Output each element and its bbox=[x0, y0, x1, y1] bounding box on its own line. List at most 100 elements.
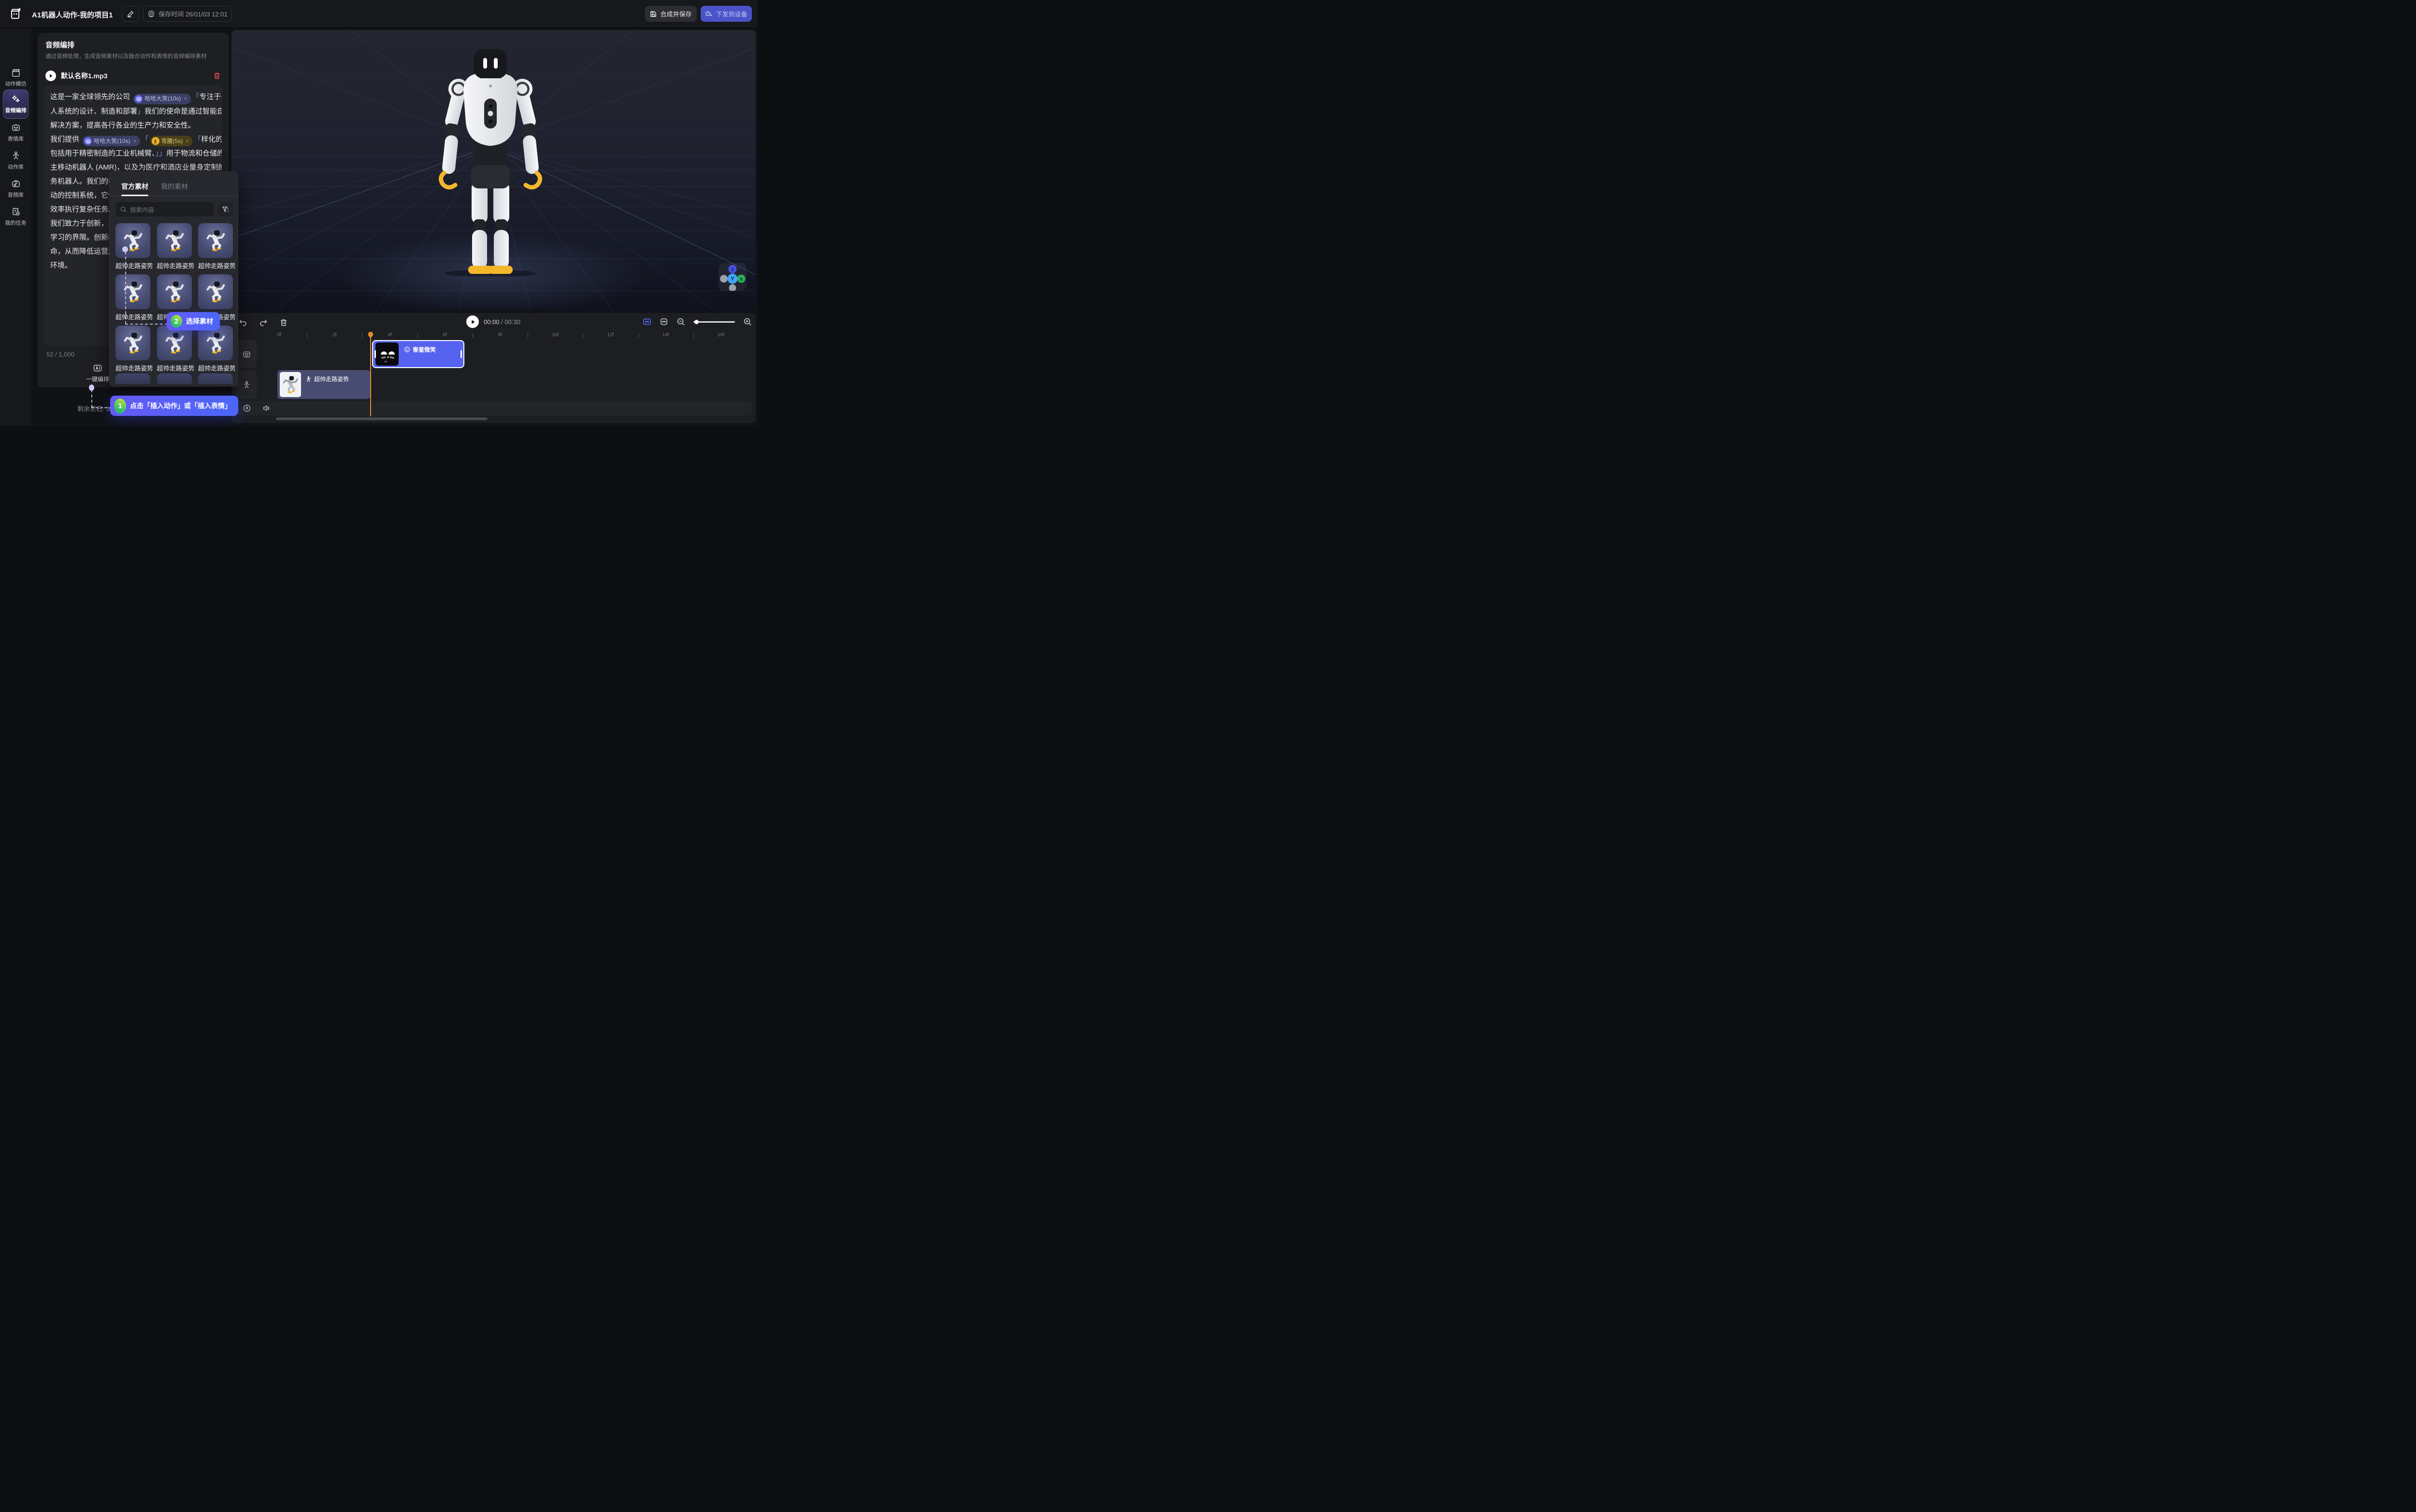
audio-file-name: 默认名称1.mp3 bbox=[61, 71, 107, 81]
robot-face-icon bbox=[84, 137, 92, 145]
delete-audio-button[interactable] bbox=[213, 72, 221, 80]
tab-official-materials[interactable]: 官方素材 bbox=[121, 182, 148, 191]
guide-step-1: 1 点击「插入动作」或「插入表情」 bbox=[110, 396, 238, 416]
saved-robot-icon bbox=[147, 10, 155, 18]
volume-icon[interactable] bbox=[262, 404, 270, 412]
person-icon bbox=[11, 151, 21, 160]
save-time-pill: 保存时间 26/01/03 12:01 bbox=[143, 6, 232, 22]
bend-tag[interactable]: 弯腰(5s)× bbox=[150, 136, 193, 146]
playhead-line bbox=[370, 332, 371, 416]
synthesize-save-button[interactable]: 合成并保存 bbox=[645, 6, 697, 22]
zoom-out-icon[interactable] bbox=[676, 317, 685, 326]
audio-disc-icon[interactable] bbox=[243, 404, 251, 412]
guide-dot-2 bbox=[122, 246, 128, 252]
search-icon bbox=[120, 206, 127, 213]
material-item[interactable]: 超帅走路姿势 bbox=[198, 326, 233, 372]
sidebar-item-label: 表情库 bbox=[8, 135, 24, 143]
material-item[interactable]: 超帅走路姿势 bbox=[115, 326, 150, 372]
material-item[interactable]: 超帅走路姿势 bbox=[198, 223, 233, 270]
deploy-device-button[interactable]: 下发到设备 bbox=[701, 6, 752, 22]
expression-track-header[interactable] bbox=[236, 340, 257, 368]
tab-my-materials[interactable]: 我的素材 bbox=[161, 182, 188, 191]
sidebar-item-4[interactable]: 动作库 bbox=[0, 151, 31, 171]
material-item[interactable]: 超帅走路姿势 bbox=[157, 326, 192, 372]
trim-handle-left[interactable] bbox=[374, 350, 376, 358]
axis-z-label: Z bbox=[731, 267, 734, 272]
one-click-arrange-button[interactable]: 一键编排 bbox=[86, 363, 109, 383]
audio-file-row: 默认名称1.mp3 bbox=[45, 70, 221, 82]
timeline-zoom-slider[interactable] bbox=[693, 318, 735, 325]
person-icon bbox=[152, 137, 159, 145]
rename-button[interactable] bbox=[122, 6, 139, 22]
sidebar-item-label: 音频编排 bbox=[5, 106, 27, 114]
material-thumbnail[interactable] bbox=[115, 326, 150, 360]
zoom-in-icon[interactable] bbox=[743, 317, 752, 326]
active-tab-underline bbox=[121, 195, 148, 196]
sidebar-item-6[interactable]: 我的任务 bbox=[0, 207, 31, 227]
material-caption: 超帅走路姿势 bbox=[157, 363, 194, 372]
ruler-label: 6f bbox=[443, 332, 447, 338]
play-audio-button[interactable] bbox=[45, 71, 56, 81]
material-item[interactable]: 超帅走路姿势 bbox=[115, 274, 150, 321]
search-input[interactable]: 搜索内容 bbox=[115, 202, 214, 216]
expression-clip-label: 害羞微笑 bbox=[413, 345, 436, 354]
material-thumbnail[interactable] bbox=[198, 223, 233, 258]
robot-face-icon bbox=[11, 123, 21, 132]
pencil-icon bbox=[127, 11, 134, 17]
material-thumbnail[interactable] bbox=[198, 326, 233, 360]
tag-close-icon[interactable]: × bbox=[133, 134, 137, 148]
slider-handle[interactable] bbox=[694, 320, 699, 324]
sidebar-item-3[interactable]: 表情库 bbox=[0, 123, 31, 143]
play-button[interactable] bbox=[466, 315, 479, 328]
expression-clip[interactable]: 害羞微笑 bbox=[372, 340, 464, 368]
laugh-tag[interactable]: 哈哈大笑(10s)× bbox=[83, 136, 140, 146]
axis-y-label: Y bbox=[731, 276, 734, 282]
fit-view-button[interactable] bbox=[660, 317, 668, 326]
save-file-icon bbox=[650, 11, 657, 17]
filter-button[interactable] bbox=[218, 202, 233, 216]
timeline-scrollbar[interactable] bbox=[276, 417, 488, 420]
music-box-icon bbox=[11, 179, 21, 188]
undo-button[interactable] bbox=[239, 318, 247, 327]
ruler-label: 14f bbox=[662, 332, 669, 338]
timeline-ruler[interactable]: 0f2f4f6f8f10f12f14f16f bbox=[252, 332, 752, 339]
sidebar-item-1[interactable]: 动作模仿 bbox=[0, 68, 31, 87]
guide-step-2: 2 选择素材 bbox=[167, 312, 220, 330]
tag-close-icon[interactable]: × bbox=[184, 92, 187, 106]
action-track-header[interactable] bbox=[236, 370, 257, 399]
sidebar-item-2[interactable]: 音频编排 bbox=[3, 89, 29, 119]
material-item[interactable]: 超帅走路姿势 bbox=[157, 223, 192, 270]
material-caption: 超帅走路姿势 bbox=[198, 363, 235, 372]
material-thumbnail[interactable] bbox=[115, 223, 150, 258]
axis-x-label: X bbox=[740, 277, 743, 282]
sidebar-nav: 动作模仿音频编排表情库动作库音频库我的任务 bbox=[0, 28, 31, 426]
editor-line: 我们提供 哈哈大笑(10s)×「弯腰(5s)×「样化的产品组合， bbox=[50, 132, 216, 147]
sidebar-item-5[interactable]: 音频库 bbox=[0, 179, 31, 199]
material-picker-popup: 官方素材 我的素材 搜索内容 超帅走路姿势...超帅走路姿势超帅走路姿势超帅走路… bbox=[109, 171, 238, 386]
axis-gizmo[interactable]: Z Y X bbox=[719, 263, 747, 291]
app-window: A1机器人动作-我的项目1 保存时间 26/01/03 12:01 合成并保存 … bbox=[0, 0, 758, 426]
material-thumbnail[interactable] bbox=[198, 274, 233, 309]
robot-model[interactable] bbox=[428, 44, 553, 276]
material-caption: 超帅走路姿势 bbox=[115, 363, 152, 372]
material-thumbnail[interactable] bbox=[157, 326, 192, 360]
search-placeholder: 搜索内容 bbox=[130, 205, 154, 214]
material-thumbnail[interactable] bbox=[157, 223, 192, 258]
guide-connector-1-horizontal bbox=[91, 407, 112, 408]
snap-toggle[interactable] bbox=[643, 317, 651, 326]
trim-handle-right[interactable] bbox=[460, 350, 462, 358]
viewport-3d[interactable]: Z Y X bbox=[231, 30, 756, 311]
material-thumbnail[interactable] bbox=[115, 274, 150, 309]
material-grid: 超帅走路姿势...超帅走路姿势超帅走路姿势超帅走路姿势超帅走路姿势超帅走路姿势超… bbox=[115, 223, 233, 372]
audio-track-bar[interactable] bbox=[236, 401, 752, 415]
material-item[interactable]: 超帅走路姿势... bbox=[115, 223, 150, 270]
editor-line: 解决方案，提高各行各业的生产力和安全性。 bbox=[50, 118, 216, 132]
delete-clip-button[interactable] bbox=[279, 318, 288, 327]
ruler-label: 0f bbox=[277, 332, 281, 338]
action-clip[interactable]: 超帅走路姿势 bbox=[277, 370, 370, 399]
synthesize-save-label: 合成并保存 bbox=[660, 9, 691, 18]
redo-button[interactable] bbox=[259, 318, 268, 327]
laugh-tag[interactable]: 哈哈大笑(10s)× bbox=[133, 94, 190, 104]
material-thumbnail[interactable] bbox=[157, 274, 192, 309]
tag-close-icon[interactable]: × bbox=[186, 134, 189, 148]
